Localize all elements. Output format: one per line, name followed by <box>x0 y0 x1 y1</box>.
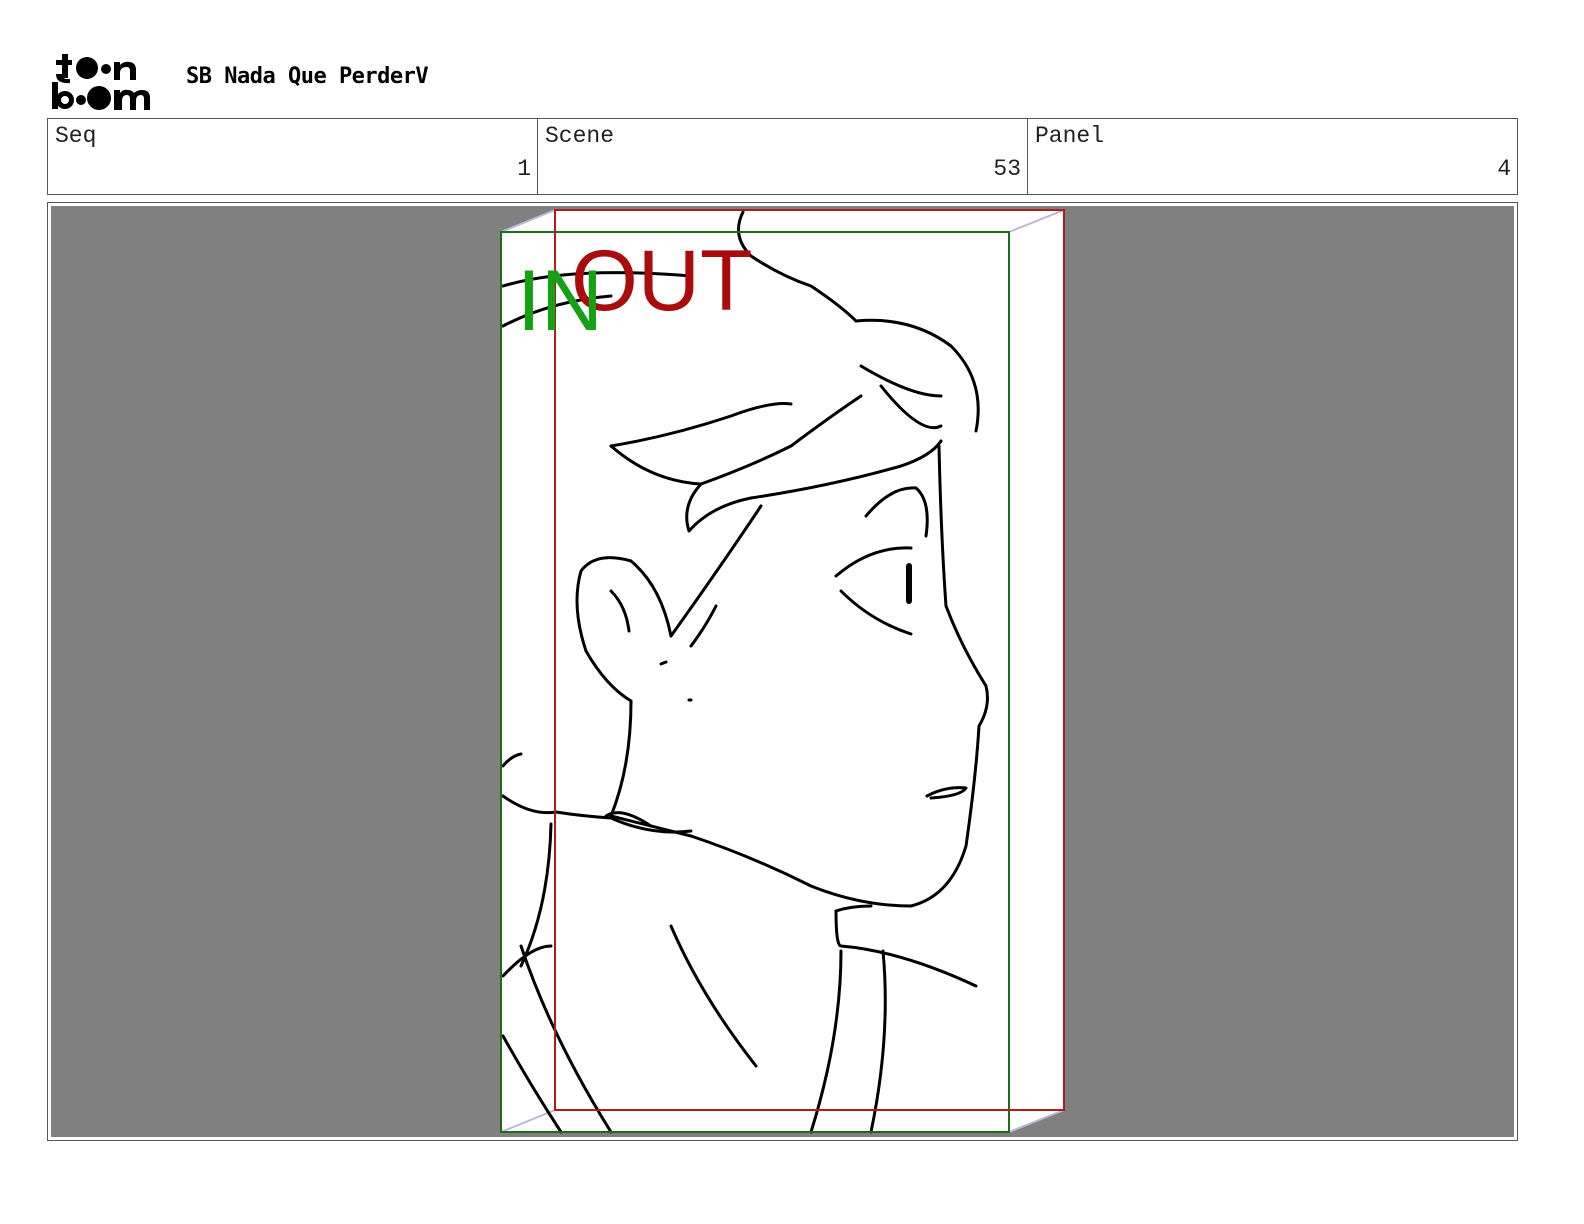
panel-drawing: OUT IN <box>500 209 1065 1134</box>
in-label: IN <box>517 253 603 349</box>
seq-cell: Seq 1 <box>48 119 538 194</box>
toon-boom-logo <box>52 54 150 110</box>
panel-cell: Panel 4 <box>1028 119 1517 194</box>
seq-label: Seq <box>55 123 97 149</box>
scene-value: 53 <box>993 156 1021 182</box>
panel-value: 4 <box>1497 156 1511 182</box>
storyboard-panel: OUT IN <box>51 206 1514 1137</box>
project-title: SB Nada Que PerderV <box>186 64 429 89</box>
seq-value: 1 <box>517 156 531 182</box>
scene-label: Scene <box>545 123 615 149</box>
scene-cell: Scene 53 <box>538 119 1028 194</box>
panel-info-table: Seq 1 Scene 53 Panel 4 <box>47 118 1518 195</box>
panel-label: Panel <box>1035 123 1105 149</box>
